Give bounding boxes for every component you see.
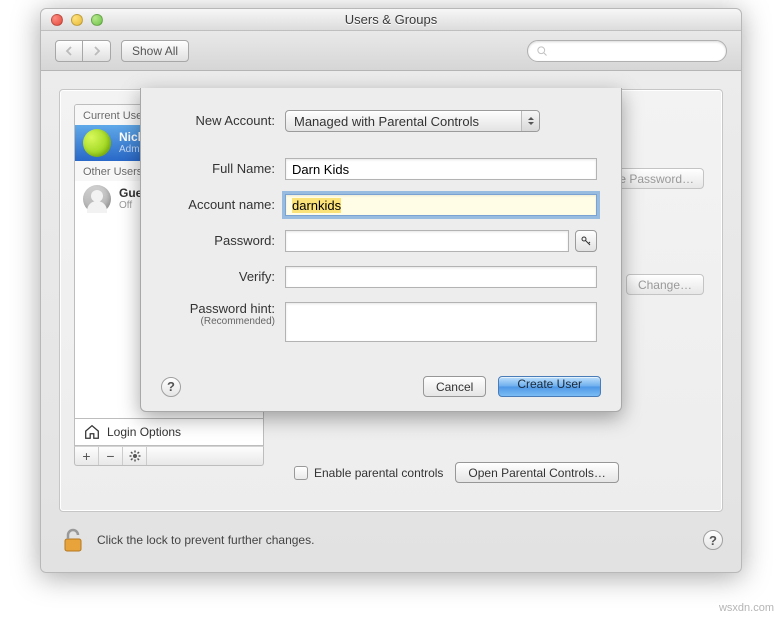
sidebar-footer: + − <box>74 446 264 466</box>
full-name-input[interactable] <box>285 158 597 180</box>
new-account-form: New Account: Managed with Parental Contr… <box>141 88 621 342</box>
password-input[interactable] <box>285 230 569 252</box>
verify-input[interactable] <box>285 266 597 288</box>
key-icon <box>580 235 592 247</box>
search-field[interactable] <box>527 40 727 62</box>
guest-icon <box>83 185 111 213</box>
titlebar: Users & Groups <box>41 9 741 31</box>
password-assistant-button[interactable] <box>575 230 597 252</box>
new-account-sheet: New Account: Managed with Parental Contr… <box>140 88 622 412</box>
label-new-account: New Account: <box>165 114 285 128</box>
enable-parental-controls[interactable]: Enable parental controls <box>294 466 443 480</box>
search-icon <box>536 45 548 57</box>
lock-row: Click the lock to prevent further change… <box>59 526 723 554</box>
label-full-name: Full Name: <box>165 162 285 176</box>
password-hint-input[interactable] <box>285 302 597 342</box>
back-button[interactable] <box>55 40 83 62</box>
change-button[interactable]: Change… <box>626 274 704 295</box>
login-options-row[interactable]: Login Options <box>74 419 264 446</box>
remove-user-button[interactable]: − <box>99 447 123 465</box>
stepper-icon <box>521 111 539 131</box>
account-type-select[interactable]: Managed with Parental Controls <box>285 110 540 132</box>
label-verify: Verify: <box>165 270 285 284</box>
login-options-label: Login Options <box>107 425 181 439</box>
help-button[interactable]: ? <box>703 530 723 550</box>
open-parental-controls-button[interactable]: Open Parental Controls… <box>455 462 618 483</box>
watermark: wsxdn.com <box>719 602 774 614</box>
label-hint: Password hint: (Recommended) <box>165 302 285 327</box>
home-icon <box>83 423 101 441</box>
create-user-button[interactable]: Create User <box>498 376 601 397</box>
cancel-button[interactable]: Cancel <box>423 376 486 397</box>
lock-icon[interactable] <box>59 526 87 554</box>
sheet-footer: ? Cancel Create User <box>161 376 601 397</box>
add-user-button[interactable]: + <box>75 447 99 465</box>
gear-icon <box>129 450 141 462</box>
forward-button[interactable] <box>83 40 111 62</box>
account-type-value: Managed with Parental Controls <box>294 114 479 129</box>
label-password: Password: <box>165 234 285 248</box>
lock-text: Click the lock to prevent further change… <box>97 533 314 547</box>
label-account-name: Account name: <box>165 198 285 212</box>
sheet-help-button[interactable]: ? <box>161 377 181 397</box>
search-input[interactable] <box>552 44 718 58</box>
account-name-input[interactable] <box>285 194 597 216</box>
checkbox-icon <box>294 466 308 480</box>
avatar-icon <box>83 129 111 157</box>
parental-controls-row: Enable parental controls Open Parental C… <box>294 462 619 483</box>
toolbar: Show All <box>41 31 741 71</box>
window-title: Users & Groups <box>41 12 741 27</box>
nav-arrows <box>55 40 111 62</box>
actions-gear-button[interactable] <box>123 447 147 465</box>
show-all-button[interactable]: Show All <box>121 40 189 62</box>
